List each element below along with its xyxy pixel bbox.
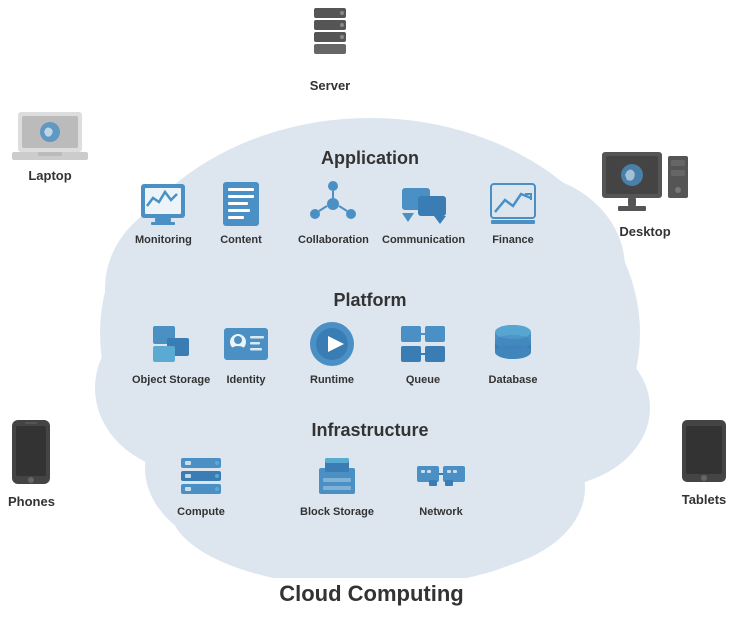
object-storage-item: Object Storage	[132, 318, 210, 386]
network-item: Network	[415, 450, 467, 518]
compute-icon	[175, 450, 227, 502]
block-storage-label: Block Storage	[300, 506, 374, 518]
laptop-icon	[10, 108, 90, 164]
desktop-icon	[600, 150, 690, 220]
communication-icon	[398, 178, 450, 230]
database-icon	[487, 318, 539, 370]
desktop-label: Desktop	[619, 224, 670, 239]
database-item: Database	[487, 318, 539, 386]
finance-label: Finance	[492, 234, 534, 246]
collaboration-icon	[307, 178, 359, 230]
server-label: Server	[310, 78, 350, 93]
content-label: Content	[220, 234, 262, 246]
section-infrastructure: Infrastructure	[220, 420, 520, 441]
laptop-label: Laptop	[28, 168, 71, 183]
finance-item: Finance	[487, 178, 539, 246]
content-icon	[215, 178, 267, 230]
collaboration-label: Collaboration	[298, 234, 369, 246]
object-storage-icon	[145, 318, 197, 370]
desktop-device: Desktop	[600, 150, 690, 239]
communication-label: Communication	[382, 234, 465, 246]
tablets-label: Tablets	[682, 492, 727, 507]
tablets-device: Tablets	[678, 418, 730, 507]
queue-label: Queue	[406, 374, 440, 386]
communication-item: Communication	[382, 178, 465, 246]
monitoring-icon	[137, 178, 189, 230]
monitoring-label: Monitoring	[135, 234, 192, 246]
database-label: Database	[489, 374, 538, 386]
network-icon	[415, 450, 467, 502]
phones-device: Phones	[8, 418, 55, 509]
object-storage-label: Object Storage	[132, 374, 210, 386]
content-item: Content	[215, 178, 267, 246]
compute-item: Compute	[175, 450, 227, 518]
compute-label: Compute	[177, 506, 225, 518]
identity-icon	[220, 318, 272, 370]
server-icon	[304, 6, 356, 74]
queue-item: Queue	[397, 318, 449, 386]
identity-item: Identity	[220, 318, 272, 386]
collaboration-item: Collaboration	[298, 178, 369, 246]
server-device: Server	[304, 6, 356, 93]
block-storage-icon	[311, 450, 363, 502]
phones-icon	[8, 418, 54, 490]
tablets-icon	[678, 418, 730, 488]
monitoring-item: Monitoring	[135, 178, 192, 246]
main-title: Cloud Computing	[0, 581, 743, 607]
queue-icon	[397, 318, 449, 370]
block-storage-item: Block Storage	[300, 450, 374, 518]
runtime-item: Runtime	[306, 318, 358, 386]
laptop-device: Laptop	[10, 108, 90, 183]
section-platform: Platform	[220, 290, 520, 311]
network-label: Network	[419, 506, 462, 518]
runtime-icon	[306, 318, 358, 370]
phones-label: Phones	[8, 494, 55, 509]
identity-label: Identity	[226, 374, 265, 386]
runtime-label: Runtime	[310, 374, 354, 386]
section-application: Application	[220, 148, 520, 169]
finance-icon	[487, 178, 539, 230]
